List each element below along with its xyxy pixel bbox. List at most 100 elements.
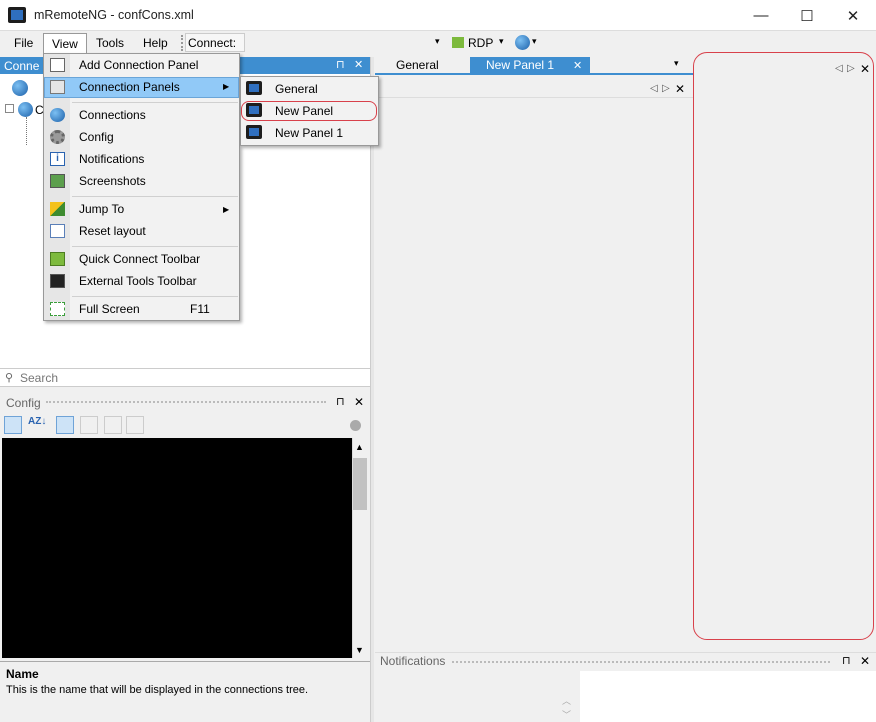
tree-line (26, 117, 27, 145)
default-properties-icon[interactable] (104, 416, 122, 434)
menu-item-label: Connections (79, 108, 146, 122)
description-title: Name (6, 667, 39, 681)
tab-close-icon[interactable]: ✕ (573, 59, 582, 72)
right-scroll-left-icon[interactable]: ◁ (835, 63, 843, 74)
rdp-connect-icon[interactable] (452, 37, 464, 48)
host-status-icon (350, 420, 361, 431)
inheritance-icon[interactable] (80, 416, 98, 434)
connections-panel-title: Conne (4, 59, 40, 73)
menu-item-label: Jump To (79, 202, 125, 216)
scroll-up-icon[interactable]: ▲ (355, 442, 364, 452)
menu-tools[interactable]: Tools (88, 33, 132, 53)
submenu-arrow-icon: ▶ (223, 205, 230, 214)
connect-dropdown-icon[interactable]: ▾ (435, 36, 440, 47)
close-window-button[interactable]: ✕ (830, 0, 876, 31)
menu-file[interactable]: File (6, 33, 41, 53)
sort-alphabetical-icon[interactable]: AZ↓ (28, 416, 46, 427)
image-icon (50, 174, 65, 188)
protocol-dropdown-icon[interactable]: ▾ (499, 36, 504, 47)
toolbar-grip[interactable] (181, 35, 184, 51)
app-logo-icon (8, 7, 26, 23)
submenu-arrow-icon: ▶ (223, 82, 230, 91)
shortcut-label: F11 (190, 302, 210, 316)
tab-general[interactable]: General (380, 57, 470, 74)
submenu-item-new-panel-1[interactable]: New Panel 1 (275, 126, 343, 140)
close-icon[interactable]: ✕ (354, 58, 363, 71)
scroll-right-icon[interactable]: ▷ (662, 83, 670, 94)
notifications-pin-icon[interactable]: ⊓ (842, 654, 851, 667)
notif-scroll-down-icon[interactable]: ﹀ (562, 708, 571, 721)
document-subbar (375, 80, 693, 98)
tree-root-icon (18, 102, 33, 117)
notifications-close-icon[interactable]: ✕ (860, 654, 870, 668)
minimize-button[interactable]: — (738, 0, 784, 31)
vertical-splitter[interactable] (370, 57, 374, 722)
menu-item-jump-to[interactable] (44, 199, 239, 220)
menu-separator (72, 196, 238, 197)
panel-icon (246, 125, 262, 139)
menu-separator (72, 102, 238, 103)
jump-icon (50, 202, 65, 216)
window-title: mRemoteNG - confCons.xml (34, 8, 194, 22)
document-area[interactable] (375, 99, 693, 644)
menu-item-label: Full Screen (79, 302, 140, 316)
notifications-list[interactable] (580, 671, 876, 722)
submenu-item-general[interactable]: General (275, 82, 318, 96)
menu-help[interactable]: Help (135, 33, 176, 53)
config-close-icon[interactable]: ✕ (354, 395, 364, 409)
properties-icon[interactable] (56, 416, 74, 434)
description-text: This is the name that will be displayed … (6, 684, 309, 696)
tab-list-dropdown-icon[interactable]: ▾ (674, 58, 679, 69)
gear-icon (50, 130, 65, 144)
panel-icon (246, 81, 262, 95)
property-grid[interactable] (2, 438, 352, 658)
tab-new-panel-1[interactable]: New Panel 1 (470, 57, 590, 74)
search-input[interactable]: Search (20, 371, 58, 385)
config-header-grip (46, 401, 326, 405)
notifications-panel-title: Notifications (380, 654, 446, 668)
menu-item-label: Connection Panels (79, 80, 180, 94)
quick-connect-icon (50, 252, 65, 266)
notifications-header-grip (452, 661, 830, 663)
globe-icon[interactable] (515, 35, 530, 50)
categorized-view-icon[interactable] (4, 416, 22, 434)
annotation-highlight (241, 101, 377, 121)
menu-item-label: Config (79, 130, 114, 144)
globe-dropdown-icon[interactable]: ▾ (532, 36, 537, 47)
fullscreen-icon (50, 302, 65, 316)
add-panel-icon (50, 58, 65, 72)
layout-icon (50, 224, 65, 238)
maximize-button[interactable]: ☐ (784, 0, 830, 31)
scrollbar-thumb[interactable] (353, 458, 367, 510)
menu-separator (72, 246, 238, 247)
config-pin-icon[interactable]: ⊓ (336, 395, 345, 408)
menu-item-label: Reset layout (79, 224, 146, 238)
default-inheritance-icon[interactable] (126, 416, 144, 434)
panels-icon (50, 80, 65, 94)
scroll-down-icon[interactable]: ▼ (355, 645, 364, 655)
menu-item-label: Quick Connect Toolbar (79, 252, 201, 266)
scroll-left-icon[interactable]: ◁ (650, 83, 658, 94)
tree-expand-icon[interactable] (5, 104, 14, 113)
menu-item-config[interactable] (44, 127, 239, 148)
terminal-icon (50, 274, 65, 288)
menu-item-label: Add Connection Panel (79, 58, 199, 72)
protocol-selector[interactable]: RDP (468, 36, 493, 50)
empty-docked-panel[interactable] (693, 52, 874, 640)
config-panel-title: Config (6, 396, 41, 410)
right-scroll-right-icon[interactable]: ▷ (847, 63, 855, 74)
doc-close-icon[interactable]: ✕ (675, 82, 685, 96)
globe-icon (50, 108, 65, 122)
pin-icon[interactable]: ⊓ (336, 58, 345, 71)
new-connection-icon[interactable] (12, 80, 28, 96)
menu-separator (72, 296, 238, 297)
menu-item-label: External Tools Toolbar (79, 274, 197, 288)
menu-view[interactable]: View (43, 33, 87, 53)
connect-label: Connect: (188, 36, 237, 50)
search-icon: ⚲ (5, 372, 14, 384)
info-icon: i (50, 152, 65, 166)
menu-item-label: Screenshots (79, 174, 146, 188)
right-close-icon[interactable]: ✕ (860, 62, 870, 76)
menu-item-label: Notifications (79, 152, 145, 166)
notif-scroll-up-icon[interactable]: ︿ (562, 694, 571, 707)
